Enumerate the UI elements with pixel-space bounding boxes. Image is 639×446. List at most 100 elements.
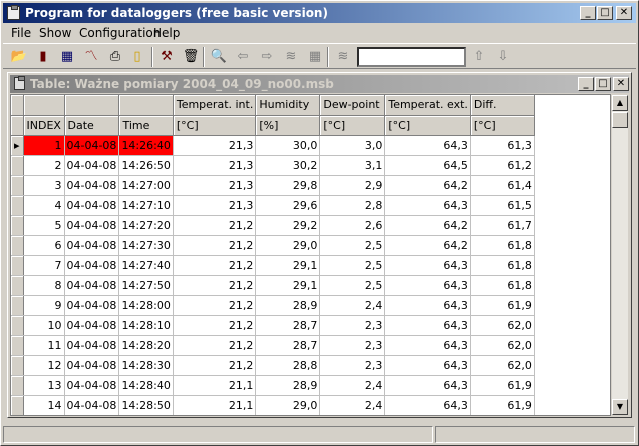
table-cell[interactable]: 04-04-08	[64, 215, 120, 236]
table-cell[interactable]: 21,3	[173, 135, 257, 156]
table-cell[interactable]: 04-04-08	[64, 175, 120, 196]
table-row[interactable]: 5 04-04-08 14:27:20 21,2 29,2 2,6 64,2 61,7	[11, 215, 535, 236]
table-cell[interactable]: 14:27:10	[118, 195, 174, 216]
table-cell[interactable]: 29,0	[255, 395, 321, 415]
table-cell[interactable]: 61,3	[470, 135, 535, 156]
column-header[interactable]: [°C]	[173, 115, 257, 136]
table-cell[interactable]: 14:27:50	[118, 275, 174, 296]
table-cell[interactable]: 29,6	[255, 195, 321, 216]
table-cell[interactable]: 29,2	[255, 215, 321, 236]
table-cell[interactable]: 29,1	[255, 275, 321, 296]
table-cell[interactable]: 14:28:40	[118, 375, 174, 396]
grid-icon[interactable]: ▦	[305, 47, 325, 67]
table-cell[interactable]: 64,3	[384, 275, 471, 296]
download-icon[interactable]: ▮	[33, 47, 53, 67]
table-cell[interactable]: 30,0	[255, 135, 321, 156]
table-cell[interactable]: 04-04-08	[64, 355, 120, 376]
table-cell[interactable]: 62,0	[470, 315, 535, 336]
row-indicator[interactable]	[11, 195, 24, 216]
table-cell[interactable]: 21,2	[173, 255, 257, 276]
table-cell[interactable]: 14:27:20	[118, 215, 174, 236]
table-icon[interactable]: ▦	[57, 47, 77, 67]
find-icon[interactable]: ≋	[333, 47, 353, 67]
child-maximize-button[interactable]: □	[595, 77, 611, 91]
table-cell[interactable]: 61,5	[470, 195, 535, 216]
table-cell[interactable]: 61,8	[470, 255, 535, 276]
table-cell[interactable]: 29,8	[255, 175, 321, 196]
table-cell[interactable]: 14:28:30	[118, 355, 174, 376]
table-cell[interactable]: 21,2	[173, 295, 257, 316]
column-header[interactable]: [°C]	[319, 115, 386, 136]
child-minimize-button[interactable]: _	[578, 77, 594, 91]
arrow-left-icon[interactable]: ⇦	[233, 47, 253, 67]
open-folder-icon[interactable]: 📂	[9, 47, 29, 67]
row-indicator[interactable]	[11, 155, 24, 176]
table-cell[interactable]: 21,3	[173, 195, 257, 216]
arrow-down-icon[interactable]: ⇩	[493, 47, 513, 67]
table-cell[interactable]: 21,3	[173, 155, 257, 176]
search-input[interactable]	[357, 47, 466, 67]
table-cell[interactable]: 7	[23, 255, 65, 276]
table-cell[interactable]: 2,3	[319, 315, 386, 336]
menu-help[interactable]: Help	[153, 26, 180, 40]
table-cell[interactable]: 11	[23, 335, 65, 356]
column-header[interactable]: [°C]	[384, 115, 471, 136]
row-indicator[interactable]	[11, 395, 24, 415]
vertical-scrollbar[interactable]: ▲ ▼	[612, 95, 628, 415]
table-row[interactable]: 3 04-04-08 14:27:00 21,3 29,8 2,9 64,2 61,4	[11, 175, 535, 196]
table-cell[interactable]: 21,1	[173, 395, 257, 415]
table-cell[interactable]: 64,3	[384, 295, 471, 316]
column-header[interactable]	[23, 95, 65, 116]
table-cell[interactable]: 2,4	[319, 295, 386, 316]
title-bar[interactable]: Program for dataloggers (free basic vers…	[3, 3, 636, 23]
column-header[interactable]: [°C]	[470, 115, 535, 136]
table-cell[interactable]: 14:28:00	[118, 295, 174, 316]
current-row-icon[interactable]: ▸	[11, 135, 24, 156]
table-cell[interactable]: 2,5	[319, 275, 386, 296]
table-cell[interactable]: 2,3	[319, 355, 386, 376]
row-indicator[interactable]	[11, 295, 24, 316]
table-cell[interactable]: 64,2	[384, 215, 471, 236]
table-row[interactable]: 6 04-04-08 14:27:30 21,2 29,0 2,5 64,2 61,8	[11, 235, 535, 256]
table-cell[interactable]: 64,3	[384, 255, 471, 276]
table-cell[interactable]: 2,3	[319, 335, 386, 356]
menu-show[interactable]: Show	[39, 26, 71, 40]
arrow-right-icon[interactable]: ⇨	[257, 47, 277, 67]
table-cell[interactable]: 64,5	[384, 155, 471, 176]
table-cell[interactable]: 5	[23, 215, 65, 236]
table-cell[interactable]: 04-04-08	[64, 195, 120, 216]
table-cell[interactable]: 9	[23, 295, 65, 316]
table-cell[interactable]: 14	[23, 395, 65, 415]
row-indicator[interactable]	[11, 255, 24, 276]
table-cell[interactable]: 8	[23, 275, 65, 296]
column-header[interactable]: Temperat. ext.	[384, 95, 471, 116]
table-cell[interactable]: 04-04-08	[64, 375, 120, 396]
table-cell[interactable]: 21,3	[173, 175, 257, 196]
table-cell[interactable]: 12	[23, 355, 65, 376]
table-cell[interactable]: 29,0	[255, 235, 321, 256]
table-cell[interactable]: 28,8	[255, 355, 321, 376]
column-header[interactable]	[64, 95, 120, 116]
table-cell[interactable]: 14:28:10	[118, 315, 174, 336]
table-cell[interactable]: 2	[23, 155, 65, 176]
table-cell[interactable]: 64,2	[384, 175, 471, 196]
table-row[interactable]: 13 04-04-08 14:28:40 21,1 28,9 2,4 64,3 61,9	[11, 375, 535, 396]
menu-file[interactable]: File	[11, 26, 31, 40]
table-cell[interactable]: 64,3	[384, 355, 471, 376]
table-cell[interactable]: 28,9	[255, 375, 321, 396]
table-cell[interactable]: 2,5	[319, 255, 386, 276]
table-cell[interactable]: 28,9	[255, 295, 321, 316]
table-cell[interactable]: 21,2	[173, 235, 257, 256]
table-cell[interactable]: 30,2	[255, 155, 321, 176]
column-header[interactable]: Dew-point	[319, 95, 386, 116]
data-grid[interactable]: Temperat. int. Humidity Dew-point Temperat.…	[10, 94, 611, 416]
table-row[interactable]: 14 04-04-08 14:28:50 21,1 29,0 2,4 64,3 61,9	[11, 395, 535, 415]
table-cell[interactable]: 21,2	[173, 315, 257, 336]
graph-icon[interactable]: 〽	[81, 47, 101, 67]
table-cell[interactable]: 64,2	[384, 235, 471, 256]
table-cell[interactable]: 4	[23, 195, 65, 216]
table-cell[interactable]: 21,2	[173, 355, 257, 376]
chart-scale-icon[interactable]: ≋	[281, 47, 301, 67]
table-row[interactable]: 10 04-04-08 14:28:10 21,2 28,7 2,3 64,3 62,0	[11, 315, 535, 336]
row-indicator[interactable]	[11, 275, 24, 296]
